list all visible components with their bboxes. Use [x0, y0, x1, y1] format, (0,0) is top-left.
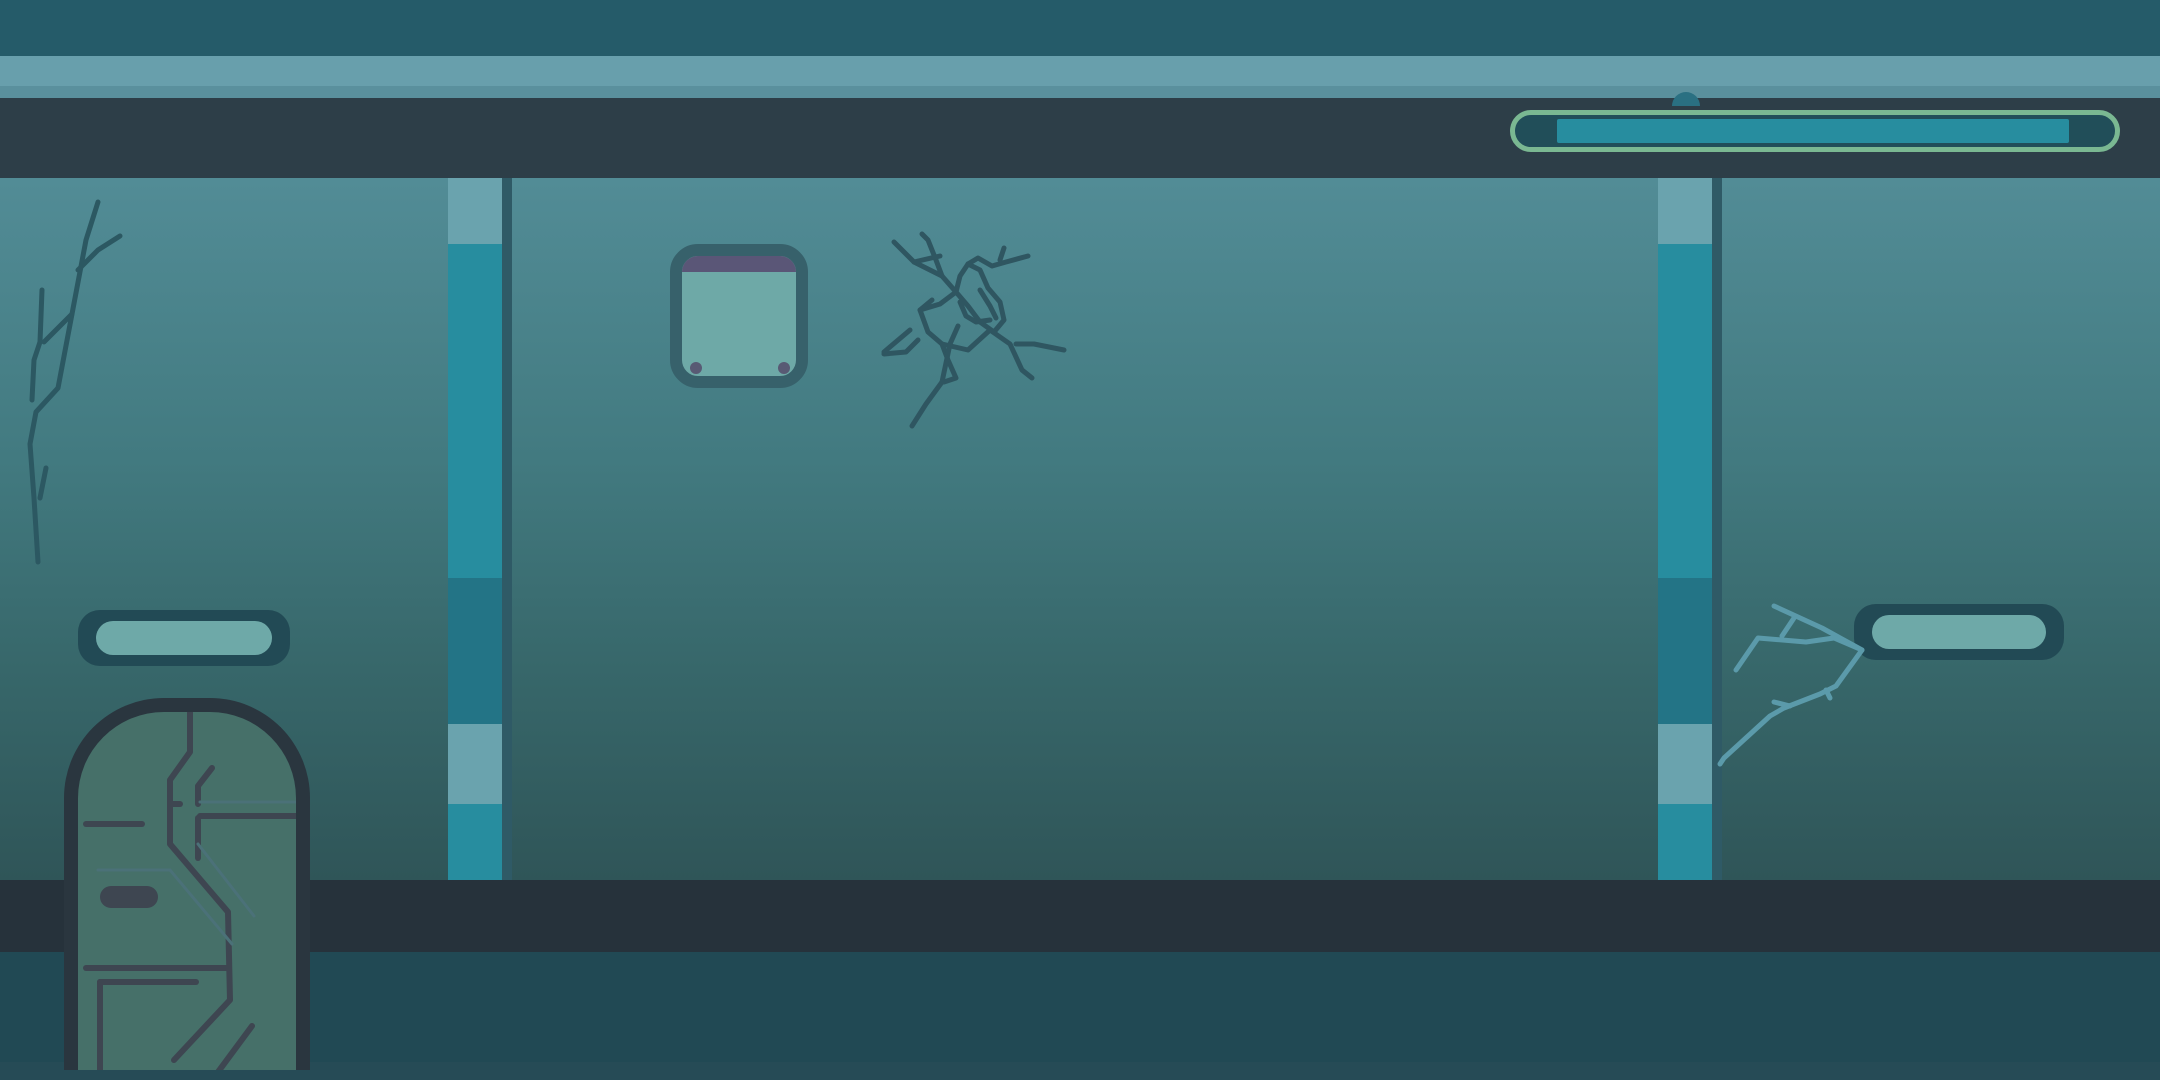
crack-icon: [1717, 603, 1865, 767]
crack-overlay: [27, 199, 1865, 767]
door-icon: [64, 698, 310, 1070]
game-scene: [0, 0, 2160, 1080]
crack-icon: [27, 199, 123, 565]
crack-icon: [881, 231, 1067, 429]
